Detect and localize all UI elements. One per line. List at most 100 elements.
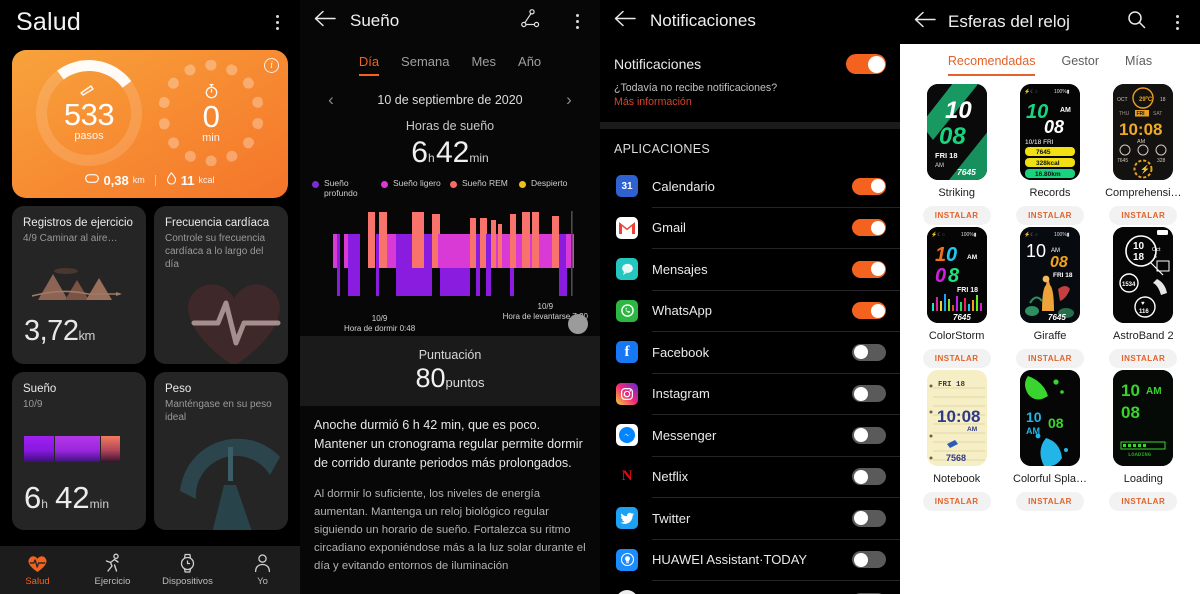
list-item[interactable]: Instagram bbox=[600, 374, 900, 415]
list-item[interactable]: N Netflix bbox=[600, 457, 900, 498]
sidebar-item-salud[interactable]: Salud bbox=[0, 546, 75, 594]
sidebar-item-yo[interactable]: Yo bbox=[225, 546, 300, 594]
watch-face-card[interactable]: 10 08 FRI 18 AM 7645 Striking INSTALAR bbox=[910, 84, 1003, 225]
rings-container: 533 pasos 0 min bbox=[12, 50, 288, 173]
svg-text:1: 1 bbox=[935, 244, 946, 266]
watch-face-card[interactable]: 29ºC OCT 18 THU FRI SAT 10:08 AM 7645 32 bbox=[1097, 84, 1190, 225]
chart-scroll-handle[interactable] bbox=[568, 314, 588, 334]
app-toggle[interactable] bbox=[852, 260, 886, 278]
chevron-left-icon[interactable]: ‹ bbox=[318, 90, 344, 110]
watch-face-card[interactable]: 10 08 AM Colorful Spla… INSTALAR bbox=[1003, 370, 1096, 511]
master-notifications-toggle[interactable] bbox=[846, 54, 886, 74]
list-item[interactable]: Messenger bbox=[600, 415, 900, 456]
install-button[interactable]: INSTALAR bbox=[1016, 492, 1084, 511]
tile-registros-de-ejercicio[interactable]: Registros de ejercicio 4/9 Caminar al ai… bbox=[12, 206, 146, 364]
svg-text:SAT: SAT bbox=[1153, 111, 1162, 117]
app-toggle[interactable] bbox=[852, 177, 886, 195]
app-toggle[interactable] bbox=[852, 509, 886, 527]
svg-text:AM: AM bbox=[1137, 139, 1146, 145]
watch-face-card[interactable]: FRI 18 10:08 AM 7568 Notebook INSTALAR bbox=[910, 370, 1003, 511]
tab-ano[interactable]: Año bbox=[518, 54, 541, 76]
master-notifications-row[interactable]: Notificaciones bbox=[600, 42, 900, 74]
tab-mes[interactable]: Mes bbox=[471, 54, 496, 76]
svg-text:7645: 7645 bbox=[1117, 158, 1128, 164]
minutes-unit: min bbox=[202, 131, 220, 144]
back-arrow-icon[interactable] bbox=[914, 11, 936, 33]
install-button[interactable]: INSTALAR bbox=[1109, 492, 1178, 511]
kebab-menu-icon[interactable] bbox=[266, 9, 288, 35]
app-notification-list: 31 Calendario Gmail Mensajes WhatsApp f … bbox=[600, 166, 900, 594]
watch-face-card[interactable]: 10 AM 08 LOADING Loading INSTALAR bbox=[1097, 370, 1190, 511]
install-button[interactable]: INSTALAR bbox=[1016, 206, 1084, 225]
sidebar-item-dispositivos[interactable]: Dispositivos bbox=[150, 546, 225, 594]
page-title: Notificaciones bbox=[650, 11, 756, 30]
watch-face-card[interactable]: ⚡☾◌ 100%▮ 1 0 AM 0 8 FRI 18 7645 ColorSt… bbox=[910, 227, 1003, 368]
legend-dot bbox=[381, 181, 388, 188]
tab-semana[interactable]: Semana bbox=[401, 54, 449, 76]
legend-item: Despierto bbox=[519, 178, 588, 188]
app-toggle[interactable] bbox=[852, 219, 886, 237]
list-item[interactable]: Twitter bbox=[600, 498, 900, 539]
tab-recomendadas[interactable]: Recomendadas bbox=[947, 54, 1036, 76]
hint-link[interactable]: Más información bbox=[614, 96, 886, 108]
install-button[interactable]: INSTALAR bbox=[922, 492, 991, 511]
list-item[interactable]: Mensajes bbox=[600, 249, 900, 290]
watch-face-card[interactable]: ⚡☾◌ 100%▮ 10 AM 08 FRI 18 7645 Giraffe I… bbox=[1003, 227, 1096, 368]
tile-subtitle: 4/9 Caminar al aire… bbox=[23, 233, 118, 244]
back-arrow-icon[interactable] bbox=[314, 10, 336, 32]
list-item[interactable]: 31 Calendario bbox=[600, 166, 900, 207]
app-toggle[interactable] bbox=[852, 551, 886, 569]
sleep-hours-value: 6h 42min bbox=[411, 136, 489, 169]
list-item[interactable]: ▦ ABANCA bbox=[600, 581, 900, 594]
tile-frecuencia-cardiaca[interactable]: Frecuencia cardíaca Controle su frecuenc… bbox=[154, 206, 288, 364]
sleep-stages-chart[interactable]: 10/9 Hora de dormir 0:48 10/9 Hora de le… bbox=[300, 206, 600, 336]
install-button[interactable]: INSTALAR bbox=[1016, 349, 1084, 368]
chevron-right-icon[interactable]: › bbox=[556, 90, 582, 110]
watch-face-card[interactable]: 10 18 Oct 6 1534 ♥ 116 AstroBand 2 INSTA… bbox=[1097, 227, 1190, 368]
salud-header: Salud bbox=[0, 0, 300, 44]
section-title-aplicaciones: APLICACIONES bbox=[614, 142, 710, 156]
app-toggle[interactable] bbox=[852, 426, 886, 444]
list-item[interactable]: Gmail bbox=[600, 208, 900, 249]
minutes-value: 0 bbox=[202, 98, 220, 134]
list-item[interactable]: WhatsApp bbox=[600, 291, 900, 332]
minutes-ring-center: 0 min bbox=[158, 60, 264, 166]
tile-sueno[interactable]: Sueño 10/9 6h 42min bbox=[12, 372, 146, 530]
app-toggle[interactable] bbox=[852, 385, 886, 403]
svg-text:10/18 FRI: 10/18 FRI bbox=[1025, 139, 1054, 146]
app-toggle[interactable] bbox=[852, 343, 886, 361]
info-icon[interactable]: i bbox=[264, 58, 279, 73]
watch-face-card[interactable]: ⚡☾◌ 100%▮ 10 AM 08 10/18 FRI 7645 328kca… bbox=[1003, 84, 1096, 225]
tab-mias[interactable]: Mías bbox=[1125, 54, 1152, 76]
svg-text:116: 116 bbox=[1139, 309, 1149, 315]
back-arrow-icon[interactable] bbox=[614, 10, 636, 32]
install-button[interactable]: INSTALAR bbox=[922, 206, 991, 225]
install-button[interactable]: INSTALAR bbox=[1109, 206, 1178, 225]
share-icon[interactable] bbox=[521, 9, 542, 33]
tile-title: Peso bbox=[165, 383, 192, 395]
install-button[interactable]: INSTALAR bbox=[922, 349, 991, 368]
search-icon[interactable] bbox=[1127, 10, 1146, 34]
distance-stat: 0,38 km bbox=[85, 173, 145, 188]
steps-summary-card[interactable]: i 533 pasos 0 min 0,38 km 11 kcal bbox=[12, 50, 288, 198]
sleep-score-band: Puntuación 80puntos bbox=[300, 336, 600, 406]
period-segments: Día Semana Mes Año bbox=[300, 42, 600, 76]
tab-dia[interactable]: Día bbox=[358, 54, 380, 76]
watch-face-preview: 10 08 AM bbox=[1019, 370, 1080, 466]
tile-peso[interactable]: Peso Manténgase en su peso ideal bbox=[154, 372, 288, 530]
app-toggle[interactable] bbox=[852, 468, 886, 486]
list-item[interactable]: f Facebook bbox=[600, 332, 900, 373]
tab-gestor[interactable]: Gestor bbox=[1061, 54, 1099, 76]
list-item[interactable]: HUAWEI Assistant·TODAY bbox=[600, 540, 900, 581]
app-toggle[interactable] bbox=[852, 302, 886, 320]
kebab-menu-icon[interactable] bbox=[1166, 9, 1188, 35]
kebab-menu-icon[interactable] bbox=[566, 8, 588, 34]
app-name: WhatsApp bbox=[652, 303, 712, 319]
score-value: 80puntos bbox=[415, 363, 485, 393]
sidebar-item-label: Dispositivos bbox=[162, 576, 213, 587]
legend-item: Sueño REM bbox=[450, 178, 519, 188]
date-navigator: ‹ 10 de septiembre de 2020 › bbox=[300, 90, 600, 110]
sidebar-item-ejercicio[interactable]: Ejercicio bbox=[75, 546, 150, 594]
install-button[interactable]: INSTALAR bbox=[1109, 349, 1178, 368]
whatsapp-icon bbox=[616, 299, 638, 322]
